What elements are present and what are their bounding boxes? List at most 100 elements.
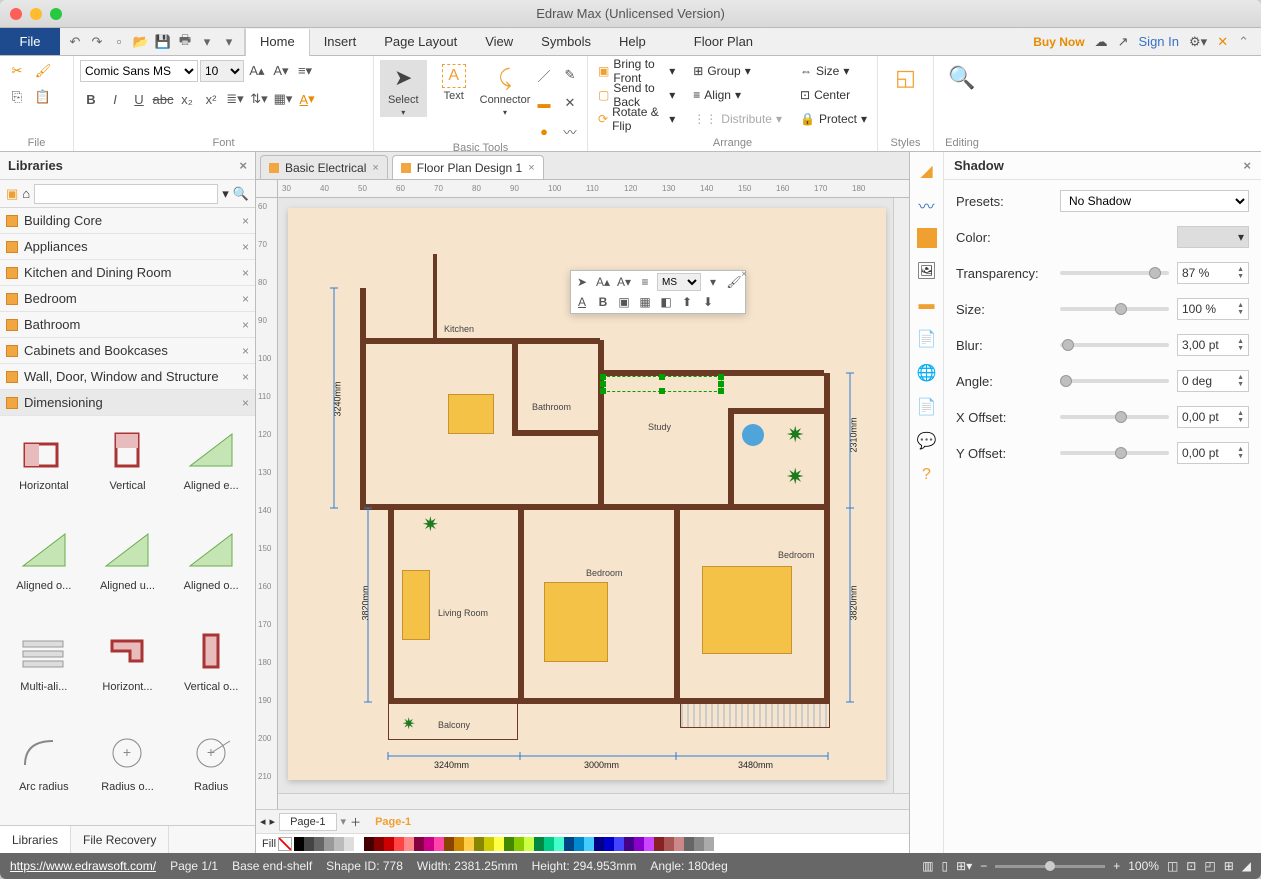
vertical-ruler[interactable]: 6070809010011012013014015016017018019020… [256,198,278,809]
crop-tool-icon[interactable]: ✕ [559,92,581,114]
mt-bringfront-icon[interactable]: ⬆ [678,293,696,311]
paintbrush-icon[interactable]: 🖌 [32,60,54,82]
zoom-out-icon[interactable]: − [980,859,987,873]
page-tab[interactable]: Page-1 [279,813,336,831]
color-swatch[interactable] [694,837,704,851]
close-libraries-icon[interactable]: × [239,158,247,173]
zoom-in-icon[interactable]: + [1113,859,1120,873]
page-tabs-next-icon[interactable]: ▸ [270,815,276,828]
rect-shape-icon[interactable]: ▬ [533,92,555,114]
presets-select[interactable]: No Shadow [1060,190,1249,212]
blur-value[interactable]: 3,00 pt▲▼ [1177,334,1249,356]
redo-icon[interactable]: ↷ [88,33,106,51]
shape-stencil[interactable]: Aligned o... [4,524,84,610]
fill-palette[interactable]: Fill [256,833,909,853]
color-swatch[interactable] [454,837,464,851]
cloud-icon[interactable]: ☁ [1095,34,1108,50]
protect-button[interactable]: 🔒Protect ▾ [796,108,871,130]
mt-bold-icon[interactable]: B [594,293,612,311]
mt-font-select[interactable]: MS [657,273,701,291]
pencil-tool-icon[interactable]: ✎ [559,64,581,86]
zoom-value[interactable]: 100% [1128,859,1159,873]
mt-sendback-icon[interactable]: ⬇ [699,293,717,311]
bullets-icon[interactable]: ≣▾ [224,88,246,110]
mt-close-icon[interactable]: × [741,269,747,280]
shape-stencil[interactable]: +Radius o... [88,725,168,811]
styles-button[interactable]: ◱ [884,60,927,92]
color-swatch[interactable] [384,837,394,851]
open-icon[interactable]: 📂 [132,33,150,51]
prop-comment-icon[interactable]: 💬 [916,430,938,452]
color-swatch[interactable] [524,837,534,851]
tab-symbols[interactable]: Symbols [527,28,605,55]
prop-line-icon[interactable]: 〰 [916,194,938,216]
align-button-icon[interactable]: ≡▾ [294,60,316,82]
window-zoom-icon[interactable] [50,8,62,20]
color-swatch[interactable] [674,837,684,851]
color-swatch[interactable] [604,837,614,851]
print-icon[interactable]: 🖶 [176,33,194,51]
prop-shadow-icon[interactable] [917,228,937,248]
text-position-icon[interactable]: ▦▾ [272,88,294,110]
color-swatch[interactable] [344,837,354,851]
group-button[interactable]: ⊞Group ▾ [689,60,786,82]
status-extra-icon-2[interactable]: ⊡ [1186,859,1196,873]
library-category[interactable]: Wall, Door, Window and Structure× [0,364,255,390]
xoffset-slider[interactable] [1060,415,1169,419]
new-icon[interactable]: ▫ [110,33,128,51]
color-swatch[interactable] [354,837,364,851]
shadow-color-picker[interactable]: ▾ [1177,226,1249,248]
settings-icon[interactable]: ⚙▾ [1189,34,1207,50]
library-category[interactable]: Bathroom× [0,312,255,338]
color-swatch[interactable] [374,837,384,851]
window-close-icon[interactable] [10,8,22,20]
yoffset-slider[interactable] [1060,451,1169,455]
tab-home[interactable]: Home [245,29,310,56]
view-options-icon[interactable]: ⊞▾ [956,859,972,873]
color-swatch[interactable] [324,837,334,851]
left-tab-libraries[interactable]: Libraries [0,826,71,853]
color-swatch[interactable] [424,837,434,851]
color-swatch[interactable] [554,837,564,851]
color-swatch[interactable] [684,837,694,851]
share-icon[interactable]: ↗ [1118,34,1129,50]
lib-add-icon[interactable]: ▣ [6,186,18,202]
status-url[interactable]: https://www.edrawsoft.com/ [10,859,156,873]
prop-note-icon[interactable]: 📄 [916,396,938,418]
qat-more-icon[interactable]: ▾ [220,33,238,51]
tab-help[interactable]: Help [605,28,660,55]
window-minimize-icon[interactable] [30,8,42,20]
sign-in-link[interactable]: Sign In [1139,34,1179,49]
shape-stencil[interactable]: Horizontal [4,424,84,510]
left-tab-file-recovery[interactable]: File Recovery [71,826,169,853]
line-spacing-icon[interactable]: ⇅▾ [248,88,270,110]
mini-toolbar[interactable]: ➤ A▴ A▾ ≡ MS ▾ 🖌 A B ▣ [570,270,746,314]
color-swatch[interactable] [704,837,714,851]
status-extra-icon-3[interactable]: ◰ [1204,859,1215,873]
bring-to-front-button[interactable]: ▣Bring to Front ▾ [594,60,679,82]
color-swatch[interactable] [614,837,624,851]
library-category[interactable]: Dimensioning× [0,390,255,416]
align-button[interactable]: ≡Align ▾ [689,84,786,106]
file-menu[interactable]: File [0,28,60,55]
xoffset-value[interactable]: 0,00 pt▲▼ [1177,406,1249,428]
shape-stencil[interactable]: Vertical [88,424,168,510]
mt-fill-icon[interactable]: ▣ [615,293,633,311]
color-swatch[interactable] [304,837,314,851]
angle-value[interactable]: 0 deg▲▼ [1177,370,1249,392]
paste-icon[interactable]: 📋 [32,86,54,108]
add-page-icon[interactable]: ＋ [350,814,361,830]
color-swatch[interactable] [484,837,494,851]
page-tabs-prev-icon[interactable]: ◂ [260,815,266,828]
shape-stencil[interactable]: Aligned e... [171,424,251,510]
shape-stencil[interactable]: Multi-ali... [4,625,84,711]
angle-slider[interactable] [1060,379,1169,383]
status-extra-icon-4[interactable]: ⊞ [1224,859,1234,873]
format-painter-icon[interactable]: ✂ [6,60,28,82]
document-tab[interactable]: Floor Plan Design 1× [392,155,544,179]
anchor-tool-icon[interactable]: 〰 [559,120,581,142]
view-normal-icon[interactable]: ▥ [922,859,933,873]
tab-view[interactable]: View [471,28,527,55]
app-logo-icon[interactable]: ✕ [1217,34,1228,50]
shape-stencil[interactable]: Aligned o... [171,524,251,610]
